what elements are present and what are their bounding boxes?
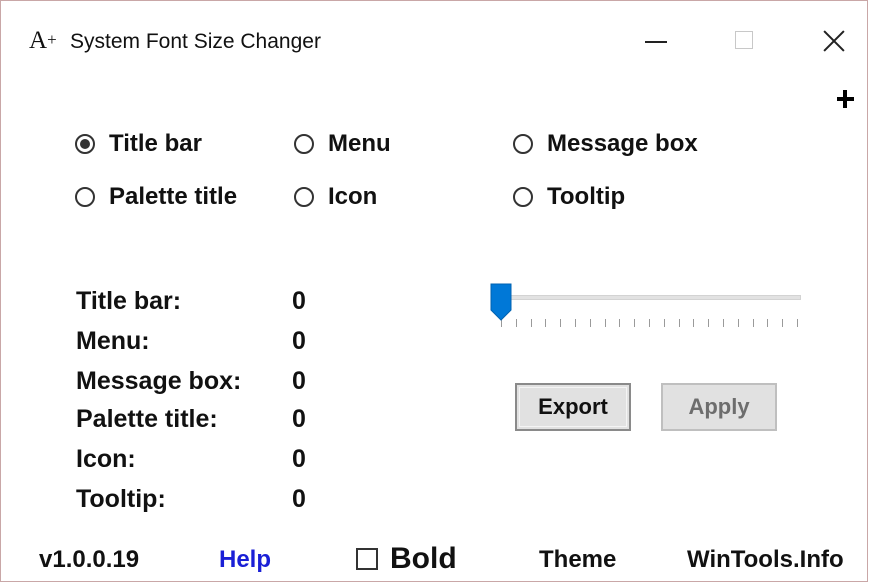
slider-tick [723,319,724,327]
app-icon-plus: + [47,30,57,49]
slider-tick [604,319,606,327]
value-number: 0 [292,485,306,513]
radio-circle [294,187,314,207]
radio-icon[interactable]: Icon [294,182,377,212]
radio-circle [513,187,533,207]
radio-tooltip[interactable]: Tooltip [513,182,625,212]
help-link[interactable]: Help [219,546,271,574]
slider-tick [575,319,576,327]
slider-tick [678,319,680,327]
font-size-slider[interactable] [489,283,805,333]
app-font-icon: A+ [29,27,57,57]
close-button[interactable] [811,23,855,59]
radio-message-box[interactable]: Message box [513,129,698,159]
radio-label: Menu [328,130,391,157]
slider-track[interactable] [499,295,801,300]
slider-tick [530,319,532,327]
value-label: Message box: [76,367,242,395]
slider-tick [560,319,562,327]
radio-label: Tooltip [547,183,626,210]
app-window: A+ System Font Size Changer Title bar Me… [0,0,868,582]
bold-label: Bold [390,542,457,575]
theme-button[interactable]: Theme [539,546,616,574]
radio-label: Title bar [109,130,202,157]
slider-thumb[interactable] [490,283,512,321]
value-number: 0 [292,445,306,473]
slider-tick [737,319,739,327]
value-number: 0 [292,367,306,395]
radio-label: Palette title [109,183,238,210]
title-bar: A+ System Font Size Changer [1,1,867,79]
radio-circle [75,187,95,207]
wintools-link[interactable]: WinTools.Info [687,546,844,574]
bold-checkbox[interactable]: Bold [356,542,457,576]
slider-tick [634,319,636,327]
radio-circle [75,134,95,154]
slider-tick [767,319,769,327]
radio-title-bar[interactable]: Title bar [75,129,202,159]
slider-tick [663,319,665,327]
value-number: 0 [292,405,306,433]
version-label: v1.0.0.19 [39,546,140,573]
app-icon-letter: A [29,27,48,54]
export-button[interactable]: Export [515,383,631,431]
window-title: System Font Size Changer [70,30,321,53]
slider-ticks [501,319,798,329]
slider-tick [708,319,710,327]
maximize-button[interactable] [723,23,767,59]
radio-circle [513,134,533,154]
value-label: Menu: [76,327,150,355]
radio-label: Message box [547,130,698,157]
checkbox-box[interactable] [356,548,378,570]
slider-thumb-icon [490,283,512,321]
slider-tick [797,319,798,327]
radio-palette-title[interactable]: Palette title [75,182,237,212]
plus-icon[interactable] [832,85,858,113]
value-number: 0 [292,327,306,355]
slider-tick [589,319,591,327]
minimize-button[interactable] [634,23,678,59]
value-label: Palette title: [76,405,218,433]
slider-tick [752,319,754,327]
value-label: Tooltip: [76,485,166,513]
slider-tick [693,319,695,327]
apply-button[interactable]: Apply [661,383,777,431]
value-number: 0 [292,287,306,315]
slider-tick [545,319,547,327]
slider-tick [515,319,517,327]
value-label: Icon: [76,445,136,473]
radio-menu[interactable]: Menu [294,129,391,159]
value-label: Title bar: [76,287,182,315]
slider-tick [782,319,784,327]
radio-label: Icon [328,183,378,210]
slider-tick [619,319,621,327]
slider-tick [649,319,650,327]
radio-circle [294,134,314,154]
